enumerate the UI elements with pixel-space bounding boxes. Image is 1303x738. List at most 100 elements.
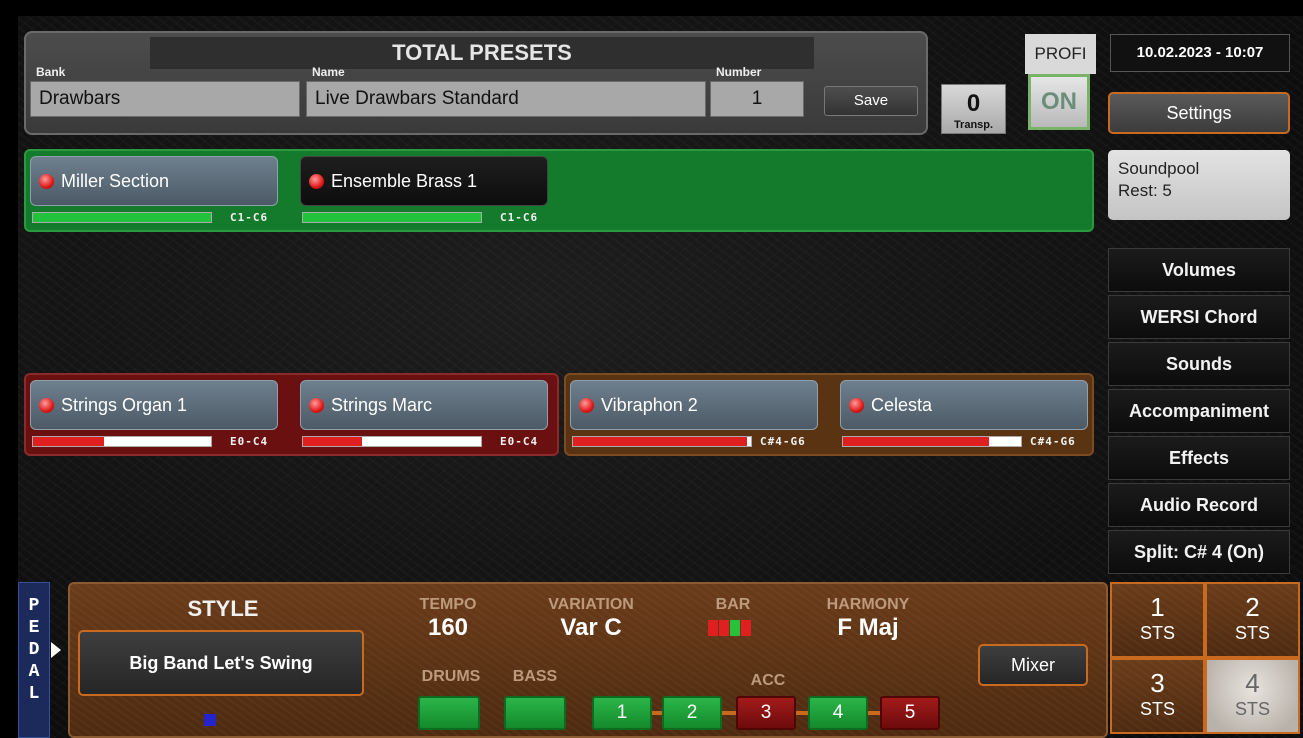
sound-name: Strings Marc	[331, 395, 433, 415]
sts-number: 1	[1150, 592, 1165, 622]
sts-button-4[interactable]: 4 STS	[1205, 658, 1300, 734]
bar-indicator	[708, 620, 754, 636]
range-fill	[573, 437, 748, 446]
range-bar-lower-2	[302, 436, 482, 447]
menu-sounds[interactable]: Sounds	[1108, 342, 1290, 386]
date-time: 10.02.2023 - 10:07	[1110, 34, 1290, 72]
play-arrow-icon	[51, 642, 61, 658]
led-icon	[849, 398, 864, 413]
range-fill	[33, 213, 211, 222]
acc-label: ACC	[750, 672, 786, 689]
range-fill	[843, 437, 989, 446]
pedal-letter: D	[28, 640, 40, 660]
sound-name: Miller Section	[61, 171, 170, 191]
range-bar-lower-4	[842, 436, 1022, 447]
harmony-label: HARMONY	[826, 596, 910, 613]
bank-field[interactable]: Drawbars	[30, 81, 300, 117]
range-bar-lower-1	[32, 436, 212, 447]
total-presets-panel: TOTAL PRESETS Bank Drawbars Name Live Dr…	[24, 31, 928, 135]
acc-button-1[interactable]: 1	[592, 696, 652, 730]
drums-button[interactable]	[418, 696, 480, 730]
sts-number: 4	[1245, 668, 1260, 698]
bar-beat-icon	[730, 620, 740, 636]
sound-name: Strings Organ 1	[61, 395, 188, 415]
menu-accompaniment[interactable]: Accompaniment	[1108, 389, 1290, 433]
pedal-tab[interactable]: P E D A L	[18, 582, 50, 738]
sts-label: STS	[1234, 623, 1270, 643]
range-text-lower-2: E0-C4	[500, 435, 539, 448]
bar-label: BAR	[715, 596, 751, 613]
menu-audio-record[interactable]: Audio Record	[1108, 483, 1290, 527]
preset-number-field[interactable]: 1	[710, 81, 804, 117]
sts-label: STS	[1139, 623, 1175, 643]
name-label: Name	[312, 65, 345, 79]
bar-beat-icon	[741, 620, 751, 636]
acc-button-4[interactable]: 4	[808, 696, 868, 730]
pedal-letter: P	[28, 596, 40, 616]
tempo-value[interactable]: 160	[398, 614, 498, 642]
sts-label: STS	[1139, 699, 1175, 719]
drums-label: DRUMS	[421, 668, 481, 685]
sts-button-3[interactable]: 3 STS	[1110, 658, 1205, 734]
tempo-label: TEMPO	[419, 596, 477, 613]
sts-button-2[interactable]: 2 STS	[1205, 582, 1300, 658]
sound-button-upper-2[interactable]: Ensemble Brass 1	[300, 156, 548, 206]
soundpool-button[interactable]: Soundpool Rest: 5	[1108, 150, 1290, 220]
bank-label: Bank	[36, 65, 66, 79]
acc-button-2[interactable]: 2	[662, 696, 722, 730]
transpose-display[interactable]: 0 Transp.	[941, 84, 1006, 134]
range-fill	[33, 437, 105, 446]
soundpool-rest: Rest: 5	[1118, 181, 1172, 200]
transpose-label: Transp.	[953, 119, 994, 131]
style-title: STYLE	[187, 596, 259, 621]
profi-label: PROFI	[1025, 34, 1096, 74]
settings-button[interactable]: Settings	[1108, 92, 1290, 134]
sound-button-lower-3[interactable]: Vibraphon 2	[570, 380, 818, 430]
bass-label: BASS	[512, 668, 558, 685]
sts-number: 3	[1150, 668, 1165, 698]
sound-button-lower-1[interactable]: Strings Organ 1	[30, 380, 278, 430]
preset-name-field[interactable]: Live Drawbars Standard	[306, 81, 706, 117]
sts-button-1[interactable]: 1 STS	[1110, 582, 1205, 658]
range-text-upper-1: C1-C6	[230, 211, 269, 224]
profi-on-button[interactable]: ON	[1028, 74, 1090, 130]
variation-value[interactable]: Var C	[526, 614, 656, 642]
pedal-letter: L	[28, 684, 40, 704]
sound-button-lower-4[interactable]: Celesta	[840, 380, 1088, 430]
sts-label: STS	[1234, 699, 1270, 719]
sts-number: 2	[1245, 592, 1260, 622]
sound-name: Celesta	[871, 395, 933, 415]
sound-name: Ensemble Brass 1	[331, 171, 478, 191]
acc-button-5[interactable]: 5	[880, 696, 940, 730]
menu-wersi-chord[interactable]: WERSI Chord	[1108, 295, 1290, 339]
style-name-button[interactable]: Big Band Let's Swing	[78, 630, 364, 696]
range-fill	[303, 437, 362, 446]
soundpool-title: Soundpool	[1118, 159, 1200, 178]
led-icon	[39, 398, 54, 413]
range-fill	[303, 213, 481, 222]
pedal-letter: A	[28, 662, 40, 682]
presets-title: TOTAL PRESETS	[150, 37, 814, 69]
bar-beat-icon	[708, 620, 718, 636]
range-text-upper-2: C1-C6	[500, 211, 539, 224]
led-icon	[579, 398, 594, 413]
style-indicator-icon	[204, 714, 216, 726]
led-icon	[309, 174, 324, 189]
range-bar-upper-2	[302, 212, 482, 223]
mixer-button[interactable]: Mixer	[978, 644, 1088, 686]
menu-effects[interactable]: Effects	[1108, 436, 1290, 480]
menu-volumes[interactable]: Volumes	[1108, 248, 1290, 292]
range-text-lower-3: C#4-G6	[760, 435, 806, 448]
transpose-value: 0	[966, 90, 981, 117]
save-button[interactable]: Save	[824, 86, 918, 116]
acc-button-3[interactable]: 3	[736, 696, 796, 730]
variation-label: VARIATION	[548, 596, 634, 613]
bass-button[interactable]	[504, 696, 566, 730]
pedal-letter: E	[28, 618, 40, 638]
range-text-lower-4: C#4-G6	[1030, 435, 1076, 448]
sound-button-lower-2[interactable]: Strings Marc	[300, 380, 548, 430]
sound-button-upper-1[interactable]: Miller Section	[30, 156, 278, 206]
sound-name: Vibraphon 2	[601, 395, 698, 415]
bar-beat-icon	[719, 620, 729, 636]
menu-split[interactable]: Split: C# 4 (On)	[1108, 530, 1290, 574]
